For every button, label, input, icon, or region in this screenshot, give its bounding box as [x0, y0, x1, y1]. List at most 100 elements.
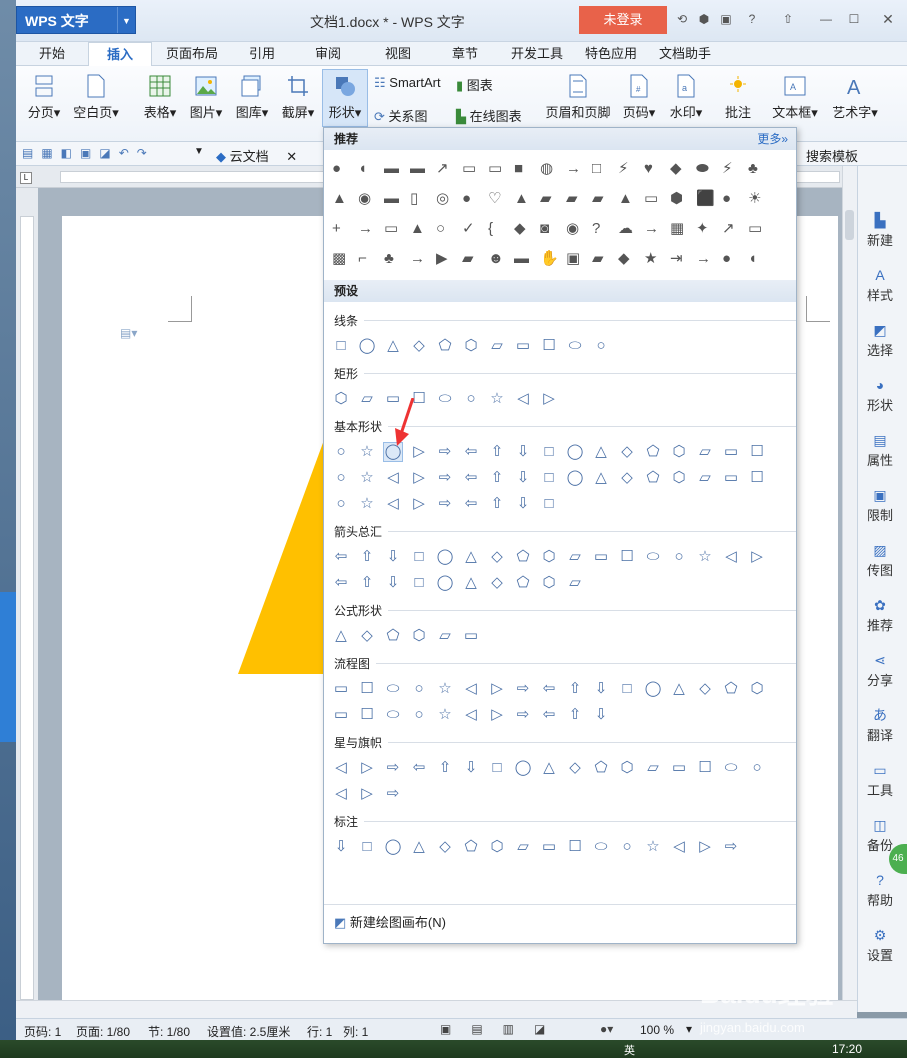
shape-option[interactable]: ⇩ — [384, 574, 402, 592]
shape-option[interactable]: ⬠ — [722, 680, 740, 698]
sidebar-item-share[interactable]: ⋖ 分享 — [858, 652, 902, 689]
screenshot-button[interactable]: 截屏▾ — [278, 70, 318, 126]
shape-option[interactable]: ⬠ — [644, 469, 662, 487]
shape-option[interactable]: ▲ — [410, 220, 428, 238]
chart-button[interactable]: ▮ 图表 — [456, 75, 493, 94]
shape-option[interactable]: ▰ — [592, 250, 610, 268]
shape-option[interactable]: ● — [462, 190, 480, 208]
shape-option[interactable]: ⇦ — [332, 548, 350, 566]
shape-option[interactable]: ✋ — [540, 250, 559, 268]
tab-start[interactable]: 开始 — [28, 42, 76, 66]
shape-option[interactable]: ⬠ — [514, 574, 532, 592]
shape-option[interactable]: □ — [592, 160, 610, 178]
shape-option[interactable]: ▱ — [436, 627, 454, 645]
shape-option[interactable]: ▬ — [410, 160, 428, 178]
shape-option[interactable]: ◆ — [670, 160, 688, 178]
shape-option[interactable]: ○ — [410, 680, 428, 698]
picture-button[interactable]: 图片▾ — [186, 70, 226, 126]
shape-option[interactable]: ◇ — [696, 680, 714, 698]
shape-option[interactable]: ◁ — [462, 706, 480, 724]
shape-option[interactable]: ⇧ — [566, 706, 584, 724]
shape-option[interactable]: ◆ — [618, 250, 636, 268]
shape-option[interactable]: ☐ — [748, 443, 766, 461]
shape-option[interactable]: ⇧ — [488, 495, 506, 513]
shape-option[interactable]: ⬢ — [670, 190, 688, 208]
shape-option[interactable]: ⇧ — [358, 574, 376, 592]
shape-option[interactable]: ☐ — [540, 337, 558, 355]
shape-option[interactable]: ▯ — [410, 190, 428, 208]
ime-indicator[interactable]: 英 — [624, 1042, 635, 1058]
shape-option[interactable]: ◇ — [618, 469, 636, 487]
shape-option[interactable]: ▲ — [514, 190, 532, 208]
quick-access-icons[interactable]: ▤▦◧▣◪↶↷ — [22, 146, 155, 160]
shape-option[interactable]: ⬭ — [384, 706, 402, 724]
tab-reference[interactable]: 引用 — [240, 42, 284, 66]
shape-option[interactable]: ⬬ — [696, 160, 714, 178]
eye-protect-icon[interactable]: ●▾ — [600, 1022, 613, 1036]
yellow-triangle-shape[interactable] — [236, 440, 326, 676]
shape-option[interactable]: ⬠ — [462, 838, 480, 856]
shape-option[interactable]: ♡ — [488, 190, 506, 208]
indent-marker[interactable] — [186, 170, 200, 190]
shape-option[interactable]: ⇩ — [332, 838, 350, 856]
shape-option[interactable]: ■ — [514, 160, 532, 178]
shape-option[interactable]: ☐ — [696, 759, 714, 777]
shape-option[interactable]: ⇦ — [410, 759, 428, 777]
shape-option[interactable]: ☆ — [644, 838, 662, 856]
zoom-out-icon[interactable]: ▾ — [686, 1022, 692, 1036]
restore-ribbon-icon[interactable]: ⇧ — [781, 12, 795, 26]
shape-option[interactable]: ▷ — [358, 785, 376, 803]
shape-option[interactable]: ◖ — [748, 250, 766, 268]
shape-option[interactable]: ◆ — [514, 220, 532, 238]
shape-option[interactable]: ⇦ — [462, 469, 480, 487]
shape-option[interactable]: → — [644, 220, 662, 238]
cloud-doc-tab[interactable]: ◆ 云文档 ✕ — [216, 146, 297, 165]
new-canvas-item[interactable]: ◩ 新建绘图画布(N) — [334, 912, 446, 931]
shape-option[interactable]: ↗ — [436, 160, 454, 178]
shape-option[interactable]: ⬭ — [592, 838, 610, 856]
shape-option[interactable]: ◎ — [436, 190, 454, 208]
shape-option[interactable]: ⬡ — [488, 838, 506, 856]
shape-option[interactable]: ▱ — [514, 838, 532, 856]
shape-option[interactable]: + — [332, 220, 350, 238]
shape-option[interactable]: ☆ — [436, 680, 454, 698]
app-logo-button[interactable]: WPS 文字 ▼ — [16, 6, 136, 34]
shape-option[interactable]: ▰ — [462, 250, 480, 268]
shape-option[interactable]: ▭ — [462, 160, 480, 178]
shape-option[interactable]: ⬠ — [592, 759, 610, 777]
shape-option[interactable]: ◁ — [722, 548, 740, 566]
shape-option[interactable]: ◁ — [514, 390, 532, 408]
shape-option[interactable]: ⬭ — [722, 759, 740, 777]
sidebar-item-shape[interactable]: ◕ 形状 — [858, 377, 902, 414]
shape-option[interactable]: ⬠ — [384, 627, 402, 645]
shape-option[interactable]: { — [488, 220, 506, 238]
shape-option[interactable]: ▭ — [540, 838, 558, 856]
shape-option[interactable]: ◁ — [462, 680, 480, 698]
shape-option[interactable]: ◯ — [566, 443, 584, 461]
shape-option[interactable]: → — [566, 160, 584, 178]
blank-page-button[interactable]: 空白页▾ — [70, 70, 122, 126]
shape-option[interactable]: ▭ — [644, 190, 662, 208]
shape-option[interactable]: ◇ — [566, 759, 584, 777]
shape-option[interactable]: ◁ — [670, 838, 688, 856]
shape-option[interactable]: ⇨ — [384, 759, 402, 777]
shape-option[interactable]: ◇ — [488, 574, 506, 592]
shape-option[interactable]: ▭ — [514, 337, 532, 355]
sidebar-item-translate[interactable]: あ翻译 — [858, 707, 902, 744]
shape-option[interactable]: ▱ — [488, 337, 506, 355]
shape-option[interactable]: □ — [540, 495, 558, 513]
shape-option[interactable]: ▭ — [592, 548, 610, 566]
shape-option[interactable]: ◯ — [358, 337, 376, 355]
shape-option[interactable]: ⬡ — [462, 337, 480, 355]
tab-page-layout[interactable]: 页面布局 — [156, 42, 228, 66]
shape-option[interactable]: ▰ — [566, 190, 584, 208]
shape-option[interactable]: ▬ — [384, 190, 402, 208]
chevron-down-icon[interactable]: ▼ — [194, 146, 204, 157]
scroll-thumb[interactable] — [845, 210, 854, 240]
tab-special[interactable]: 特色应用 — [580, 42, 642, 66]
shape-option[interactable]: ◁ — [384, 469, 402, 487]
shape-option[interactable]: ◯ — [436, 548, 454, 566]
page-break-button[interactable]: 分页▾ — [22, 70, 66, 126]
watermark-button[interactable]: a 水印▾ — [666, 70, 706, 126]
sidebar-item-tools[interactable]: ▭ 工具 — [858, 762, 902, 799]
